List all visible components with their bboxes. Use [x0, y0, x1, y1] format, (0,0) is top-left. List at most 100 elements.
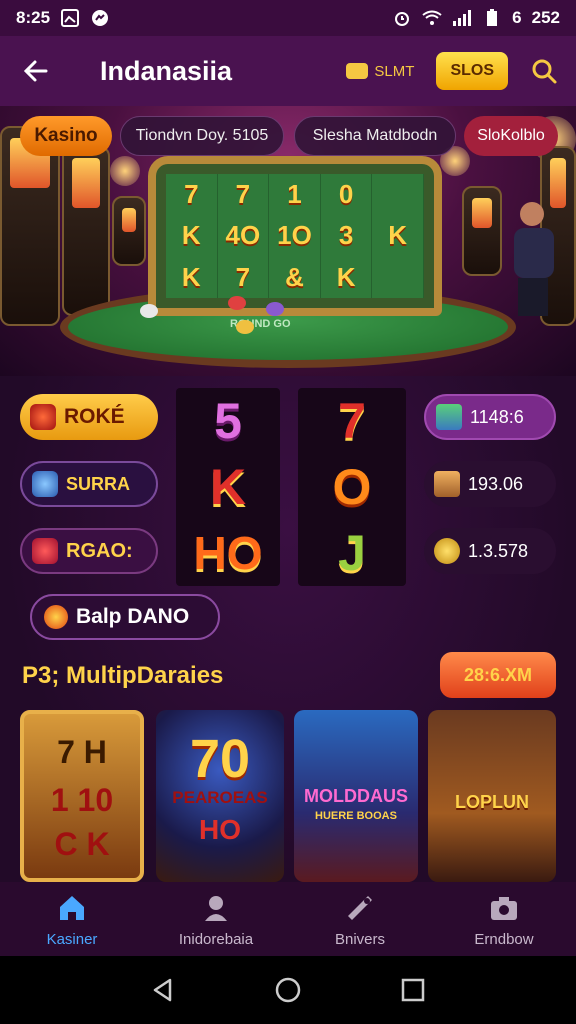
game-card-text: MOLDDAUS [304, 786, 408, 806]
nav-label: Inidorebaia [178, 930, 254, 948]
chip-icon [266, 302, 284, 316]
game-card-2[interactable]: 70 PEAROEAS HO [156, 710, 284, 882]
reel-symbol: 1O [269, 215, 321, 257]
promo-button[interactable]: Balp DANO [30, 594, 220, 640]
coin-icon [434, 538, 460, 564]
reel-symbol: 7 [218, 174, 270, 216]
reel-symbol: 0 [321, 174, 373, 216]
game-card-text: HO [199, 814, 241, 845]
wifi-icon [422, 8, 442, 28]
back-arrow-icon[interactable] [16, 51, 56, 91]
stat-pill-2[interactable]: 193.06 [424, 461, 556, 507]
section-action-button[interactable]: 28:6.XM [440, 652, 556, 698]
reel-symbol [372, 174, 424, 216]
system-nav-bar [0, 956, 576, 1024]
nav-label: Bnivers [334, 930, 386, 948]
reel-column-1: 5 K HO [176, 388, 280, 586]
game-card-text: LOPLUN [455, 792, 529, 812]
nav-item-kasiner[interactable]: Kasiner [0, 882, 144, 956]
diamond-icon [30, 404, 56, 430]
category-button-3[interactable]: RGAO: [20, 528, 158, 574]
home-circle-icon[interactable] [271, 973, 305, 1007]
category-button-2[interactable]: SURRA [20, 461, 158, 507]
category-button-1[interactable]: ROKÉ [20, 394, 158, 440]
messenger-icon [90, 8, 110, 28]
stat-pill-3[interactable]: 1.3.578 [424, 528, 556, 574]
back-triangle-icon[interactable] [146, 973, 180, 1007]
nav-item-tools[interactable]: Bnivers [288, 882, 432, 956]
game-card-text: C K [54, 826, 110, 862]
game-card-4[interactable]: LOPLUN [428, 710, 556, 882]
camera-icon [487, 891, 521, 925]
game-card-3[interactable]: MOLDDAUS HUERE BOOAS [294, 710, 418, 882]
search-icon[interactable] [528, 55, 560, 87]
promo-label: Balp DANO [76, 605, 190, 628]
stat-value: 193.06 [468, 473, 524, 494]
slot-machine-right [462, 186, 502, 276]
section-title: P3; MultipDaraies [22, 662, 224, 689]
status-right-text: 252 [531, 8, 560, 27]
signal-icon [452, 8, 472, 28]
game-card-text: 1 10 [50, 782, 114, 818]
nav-item-camera[interactable]: Erndbow [432, 882, 576, 956]
chip-icon [228, 296, 246, 310]
battery-text: 6 [512, 8, 522, 27]
lamp-icon [110, 156, 140, 186]
page-title: Indanasiia [100, 55, 233, 86]
reel-symbol: O [332, 459, 372, 515]
stat-value: 1.3.578 [468, 540, 529, 561]
gem-icon [32, 538, 58, 564]
stat-pill-1[interactable]: 1148:6 [424, 394, 556, 440]
card-icon [436, 404, 462, 430]
reel-grid: 7 7 1 0 K 4O 1O 3 K K 7 & K [166, 174, 424, 298]
nav-label: Kasiner [46, 930, 98, 948]
fruit-icon [44, 605, 68, 629]
game-card-text: PEAROEAS [172, 788, 268, 807]
category-label: ROKÉ [64, 405, 125, 428]
recents-square-icon[interactable] [396, 973, 430, 1007]
slot-display: 7 7 1 0 K 4O 1O 3 K K 7 & K [148, 156, 442, 316]
reel-symbol: J [338, 525, 366, 581]
tab-matchbook[interactable]: Slesha Matdbodn [294, 116, 456, 156]
nav-item-profile[interactable]: Inidorebaia [144, 882, 288, 956]
game-card-1[interactable]: 7 H 1 10 C K [20, 710, 144, 882]
reel-symbol: K [209, 459, 247, 515]
reel-symbol: K [372, 215, 424, 257]
stat-value: 1148:6 [470, 406, 524, 427]
tab-kasino[interactable]: Kasino [20, 116, 112, 156]
reel-symbol: K [321, 256, 373, 298]
bottom-nav: Kasiner Inidorebaia Bnivers Erndbow [0, 882, 576, 956]
app-bar: Indanasiia SLMT SLOS [0, 36, 576, 106]
game-card-text: HUERE BOOAS [315, 810, 397, 822]
wrench-icon [343, 891, 377, 925]
status-bar: 8:25 6 252 [0, 0, 576, 36]
reel-symbol: K [166, 215, 218, 257]
gallery-icon [60, 8, 80, 28]
reel-symbol [372, 256, 424, 298]
slot-machine-left [0, 126, 60, 326]
slot-machine-left-3 [112, 196, 146, 266]
coin-balance-chip[interactable]: SLMT [346, 63, 414, 80]
reel-symbol: 7 [338, 393, 366, 449]
tab-slokolblo[interactable]: SloKolblo [464, 116, 558, 156]
reel-symbol: 1 [269, 174, 321, 216]
home-icon [55, 891, 89, 925]
slots-button[interactable]: SLOS [436, 52, 508, 90]
reel-symbol: 5 [214, 393, 242, 449]
battery-icon [482, 8, 502, 28]
reel-symbol: 4O [218, 215, 270, 257]
status-time: 8:25 [16, 8, 51, 27]
alarm-icon [392, 8, 412, 28]
reel-column-2: 7 O J [298, 388, 406, 586]
hero-banner[interactable]: ROUND GO 7 7 1 0 K 4O 1O 3 K K 7 & K Kas… [0, 106, 576, 376]
coin-icon [346, 63, 369, 79]
game-card-text: 7 H [57, 734, 107, 770]
chip-icon [236, 320, 254, 334]
plane-icon [434, 471, 460, 497]
reel-symbol: 7 [166, 174, 218, 216]
reel-symbol: 7 [218, 256, 270, 298]
reel-symbol: K [166, 256, 218, 298]
nav-label: Erndbow [474, 930, 534, 948]
category-label: SURRA [66, 473, 131, 494]
tab-tournament[interactable]: Tiondvn Doy. 5105 [120, 116, 284, 156]
